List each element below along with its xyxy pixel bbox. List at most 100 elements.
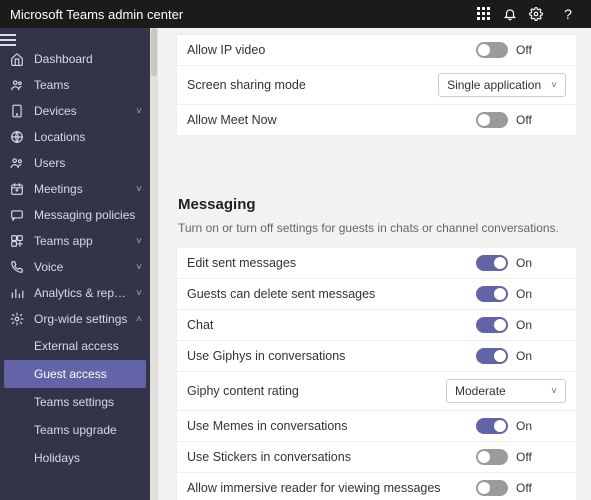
setting-label: Use Memes in conversations	[187, 419, 476, 433]
top-bar: Microsoft Teams admin center ?	[0, 0, 591, 28]
home-icon	[10, 52, 26, 66]
setting-row: Use Giphys in conversationsOn	[176, 341, 577, 372]
nav-item-teams[interactable]: Teams	[0, 72, 150, 98]
section-desc-messaging: Turn on or turn off settings for guests …	[178, 221, 577, 235]
setting-row: Use Memes in conversations On	[176, 411, 577, 442]
scrollbar-track[interactable]	[150, 28, 158, 500]
gear-icon[interactable]	[529, 7, 555, 21]
toggle-switch[interactable]	[476, 449, 508, 465]
nav-label: Users	[34, 156, 142, 170]
setting-row: Allow Meet Now Off	[176, 105, 577, 136]
nav-subitem-teams-upgrade[interactable]: Teams upgrade	[0, 416, 150, 444]
setting-label: Screen sharing mode	[187, 78, 438, 92]
msg-icon	[10, 208, 26, 222]
devices-icon	[10, 104, 26, 118]
users-icon	[10, 156, 26, 170]
help-icon[interactable]: ?	[555, 6, 581, 22]
nav-item-dashboard[interactable]: Dashboard	[0, 46, 150, 72]
app-icon	[10, 234, 26, 248]
toggle-state: Off	[516, 481, 532, 495]
setting-row: Allow immersive reader for viewing messa…	[176, 473, 577, 500]
chevron-up-icon: ˄	[136, 314, 142, 325]
toggle-switch[interactable]	[476, 480, 508, 496]
app-title: Microsoft Teams admin center	[10, 7, 183, 22]
setting-row: Use Stickers in conversations Off	[176, 442, 577, 473]
setting-row: Screen sharing mode Single application ˅	[176, 66, 577, 105]
nav-item-teams-app[interactable]: Teams app˅	[0, 228, 150, 254]
globe-icon	[10, 130, 26, 144]
setting-label: Allow immersive reader for viewing messa…	[187, 481, 476, 495]
setting-label: Allow Meet Now	[187, 113, 476, 127]
nav-item-meetings[interactable]: Meetings ˅	[0, 176, 150, 202]
nav-item-org-wide-settings[interactable]: Org-wide settings ˄	[0, 306, 150, 332]
toggle-switch[interactable]	[476, 112, 508, 128]
nav-subitem-teams-settings[interactable]: Teams settings	[0, 388, 150, 416]
setting-row: Guests can delete sent messages On	[176, 279, 577, 310]
hamburger-icon[interactable]	[0, 28, 150, 46]
setting-row: Giphy content rating Moderate ˅	[176, 372, 577, 411]
chevron-down-icon: ˅	[136, 262, 142, 273]
nav-item-messaging-policies[interactable]: Messaging policies	[0, 202, 150, 228]
sidebar: Dashboard Teams Devices ˅ Locations Users Meet…	[0, 28, 150, 500]
nav-subitem-holidays[interactable]: Holidays	[0, 444, 150, 472]
toggle-state: On	[516, 349, 532, 363]
chevron-down-icon: ˅	[136, 184, 142, 195]
teams-icon	[10, 78, 26, 92]
nav-item-devices[interactable]: Devices ˅	[0, 98, 150, 124]
setting-row: ChatOn	[176, 310, 577, 341]
nav-label: Voice	[34, 260, 128, 274]
toggle-state: Off	[516, 113, 532, 127]
nav-item-users[interactable]: Users	[0, 150, 150, 176]
toggle-state: On	[516, 256, 532, 270]
toggle-switch[interactable]	[476, 418, 508, 434]
setting-label: Use Stickers in conversations	[187, 450, 476, 464]
toggle-state: On	[516, 318, 532, 332]
nav-label: Analytics & reports	[34, 286, 128, 300]
main-content: Allow IP videoOffScreen sharing modeSing…	[158, 28, 591, 500]
chevron-down-icon: ˅	[551, 80, 557, 91]
nav-label: Meetings	[34, 182, 128, 196]
nav-item-locations[interactable]: Locations	[0, 124, 150, 150]
section-title-messaging: Messaging	[178, 196, 577, 213]
waffle-icon[interactable]	[477, 7, 503, 21]
nav-item-analytics-reports[interactable]: Analytics & reports ˅	[0, 280, 150, 306]
toggle-state: Off	[516, 450, 532, 464]
nav-label: Devices	[34, 104, 128, 118]
setting-label: Giphy content rating	[187, 384, 446, 398]
nav-label: Dashboard	[34, 52, 142, 66]
nav-label: Org-wide settings	[34, 312, 128, 326]
setting-row: Edit sent messages On	[176, 247, 577, 279]
toggle-switch[interactable]	[476, 286, 508, 302]
toggle-state: On	[516, 287, 532, 301]
chevron-down-icon: ˅	[136, 288, 142, 299]
setting-label: Allow IP video	[187, 43, 476, 57]
chevron-down-icon: ˅	[551, 386, 557, 397]
nav-label: Messaging policies	[34, 208, 142, 222]
nav-subitem-guest-access[interactable]: Guest access	[4, 360, 146, 388]
voice-icon	[10, 260, 26, 274]
select-value: Moderate	[455, 384, 506, 398]
nav-item-voice[interactable]: Voice ˅	[0, 254, 150, 280]
nav-label: Teams	[34, 78, 142, 92]
scrollbar-thumb[interactable]	[151, 28, 157, 76]
select-value: Single application	[447, 78, 541, 92]
nav-label: Locations	[34, 130, 142, 144]
chevron-down-icon: ˅	[136, 236, 142, 247]
toggle-state: On	[516, 419, 532, 433]
bell-icon[interactable]	[503, 7, 529, 21]
toggle-switch[interactable]	[476, 255, 508, 271]
select-dropdown[interactable]: Moderate ˅	[446, 379, 566, 403]
calendar-icon	[10, 182, 26, 196]
toggle-switch[interactable]	[476, 317, 508, 333]
select-dropdown[interactable]: Single application ˅	[438, 73, 566, 97]
toggle-state: Off	[516, 43, 532, 57]
setting-label: Edit sent messages	[187, 256, 476, 270]
nav-subitem-external-access[interactable]: External access	[0, 332, 150, 360]
setting-row: Allow IP video Off	[176, 34, 577, 66]
toggle-switch[interactable]	[476, 42, 508, 58]
setting-label: Guests can delete sent messages	[187, 287, 476, 301]
gear-icon	[10, 312, 26, 326]
analytics-icon	[10, 286, 26, 300]
toggle-switch[interactable]	[476, 348, 508, 364]
chevron-down-icon: ˅	[136, 106, 142, 117]
